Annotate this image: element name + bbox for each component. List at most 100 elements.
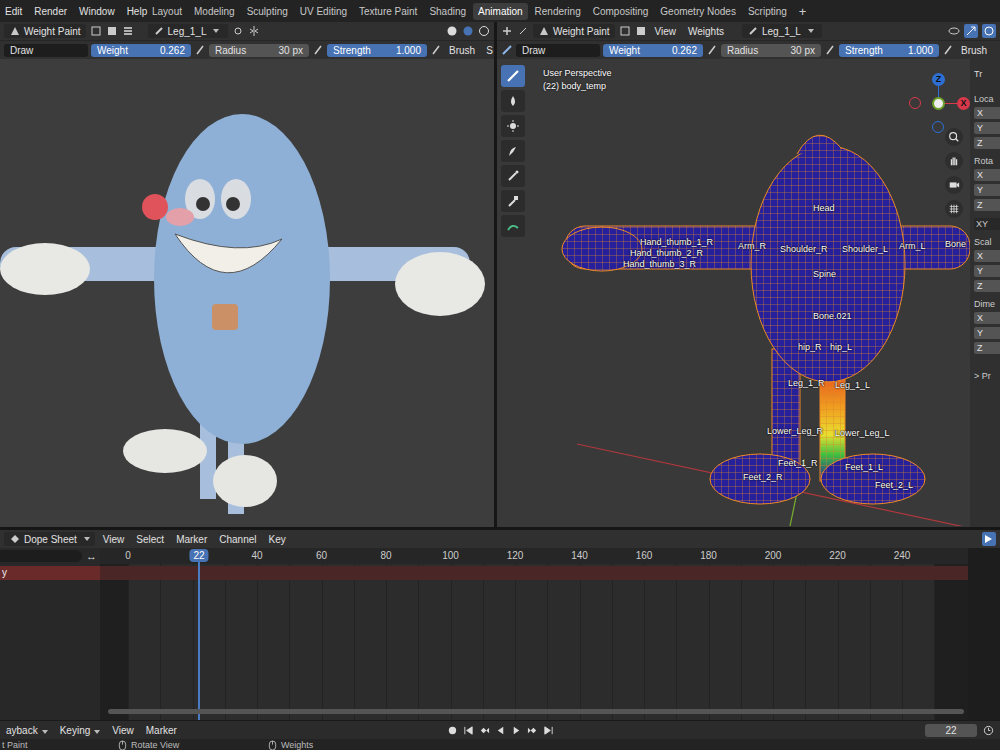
brush-setting-slider[interactable]: Strength1.000 (839, 44, 939, 57)
sidebar-field[interactable]: Z (974, 199, 1000, 211)
playhead[interactable] (198, 556, 200, 720)
camera-button[interactable] (945, 176, 963, 194)
toggle-icon[interactable] (635, 25, 647, 37)
pressure-icon[interactable] (194, 44, 206, 56)
sidebar-collapsed-section[interactable]: > Pr (974, 371, 1000, 381)
toggle-icon[interactable] (90, 25, 102, 37)
next-keyframe-icon[interactable] (527, 725, 538, 736)
sidebar-field[interactable]: Y (974, 184, 1000, 196)
tool-field[interactable]: Draw (516, 44, 600, 57)
sidebar-field[interactable]: Y (974, 122, 1000, 134)
workspace-tab[interactable]: Animation (473, 3, 527, 20)
settings-menu[interactable]: S (482, 45, 494, 56)
tool-button[interactable] (501, 165, 525, 187)
workspace-tab[interactable]: Shading (424, 3, 471, 20)
pressure-icon[interactable] (312, 44, 324, 56)
shading-solid-icon[interactable] (446, 25, 458, 37)
horizontal-scrollbar[interactable] (108, 709, 964, 714)
editor-mode-dropdown[interactable]: Dope Sheet (4, 532, 95, 546)
filter-icon[interactable] (982, 532, 996, 546)
play-icon[interactable] (511, 725, 522, 736)
summary-channel[interactable]: y (0, 566, 100, 580)
viewport-canvas[interactable] (0, 59, 494, 527)
channel-search-field[interactable] (0, 550, 82, 562)
pressure-icon[interactable] (942, 44, 954, 56)
mode-dropdown[interactable]: Weight Paint (533, 24, 615, 38)
viewport-menu[interactable]: View (651, 26, 681, 37)
workspace-tab[interactable]: Rendering (530, 3, 586, 20)
sidebar-field[interactable]: Z (974, 280, 1000, 292)
sidebar-field[interactable]: Y (974, 327, 1000, 339)
dope-sheet-menu[interactable]: Marker (172, 534, 211, 545)
sidebar-field[interactable]: X (974, 169, 1000, 181)
jump-end-icon[interactable] (543, 725, 554, 736)
frame-ruler[interactable]: 0406080100120140160180200220240 (100, 548, 968, 564)
sidebar-section-title[interactable]: Tr (974, 69, 1000, 79)
sidebar-field[interactable]: X (974, 312, 1000, 324)
drag-icon[interactable] (517, 25, 529, 37)
gizmo-y-handle[interactable] (932, 97, 945, 110)
sidebar-field[interactable]: X (974, 107, 1000, 119)
toggle-icon[interactable] (619, 25, 631, 37)
gizmo-axis-handle[interactable]: X (957, 97, 970, 110)
dope-sheet-menu[interactable]: View (99, 534, 129, 545)
add-workspace-button[interactable]: + (794, 4, 812, 19)
tool-button[interactable] (501, 90, 525, 112)
tool-button[interactable] (501, 65, 525, 87)
menu-item[interactable]: Window (79, 6, 115, 17)
brush-setting-slider[interactable]: Weight0.262 (603, 44, 703, 57)
pivot-icon[interactable] (232, 25, 244, 37)
swap-button[interactable]: ↔ (86, 550, 97, 562)
current-frame-field[interactable]: 22 (925, 724, 977, 737)
pressure-icon[interactable] (824, 44, 836, 56)
current-frame-badge[interactable]: 22 (189, 549, 208, 562)
gizmo-axis-handle[interactable]: Z (932, 73, 945, 86)
pressure-icon[interactable] (430, 44, 442, 56)
toggle-icon[interactable] (106, 25, 118, 37)
workspace-tab[interactable]: Texture Paint (354, 3, 422, 20)
workspace-tab[interactable]: Sculpting (242, 3, 293, 20)
dope-sheet-menu[interactable]: Select (132, 534, 168, 545)
brush-menu[interactable]: Brush (957, 45, 991, 56)
play-reverse-icon[interactable] (495, 725, 506, 736)
gizmo-neg-x-handle[interactable] (909, 97, 921, 109)
workspace-tab[interactable]: Layout (147, 3, 187, 20)
menu-item[interactable]: Help (127, 6, 148, 17)
pan-button[interactable] (945, 152, 963, 170)
sidebar-field[interactable]: Z (974, 137, 1000, 149)
playback-menu[interactable]: Keying (56, 725, 105, 736)
viewport-menu[interactable]: Weights (684, 26, 728, 37)
dope-sheet-menu[interactable]: Channel (215, 534, 260, 545)
brush-setting-slider[interactable]: Weight0.262 (91, 44, 191, 57)
workspace-tab[interactable]: Geometry Nodes (655, 3, 741, 20)
shading-render-icon[interactable] (478, 25, 490, 37)
sidebar-field[interactable]: Y (974, 265, 1000, 277)
gizmo-neg-z-handle[interactable] (932, 121, 944, 133)
workspace-tab[interactable]: Modeling (189, 3, 240, 20)
brush-setting-slider[interactable]: Radius30 px (721, 44, 821, 57)
jump-start-icon[interactable] (463, 725, 474, 736)
workspace-tab[interactable]: Scripting (743, 3, 792, 20)
brush-menu[interactable]: Brush (445, 45, 479, 56)
shading-material-icon[interactable] (462, 25, 474, 37)
brush-icon[interactable] (501, 44, 513, 56)
sidebar-field[interactable]: Z (974, 342, 1000, 354)
menu-icon[interactable] (122, 25, 134, 37)
dope-sheet-menu[interactable]: Key (265, 534, 290, 545)
pressure-icon[interactable] (706, 44, 718, 56)
playback-menu[interactable]: ayback (2, 725, 52, 736)
projection-button[interactable] (945, 200, 963, 218)
menu-item[interactable]: Edit (5, 6, 22, 17)
active-bone-dropdown[interactable]: Leg_1_L (742, 24, 822, 38)
tool-button[interactable] (501, 215, 525, 237)
timeline[interactable]: 0406080100120140160180200220240 22 (100, 548, 968, 720)
editor-type-icon[interactable] (501, 25, 513, 37)
tool-button[interactable] (501, 140, 525, 162)
symmetry-icon[interactable] (248, 25, 260, 37)
playback-menu[interactable]: View (108, 725, 138, 736)
workspace-tab[interactable]: Compositing (588, 3, 654, 20)
menu-item[interactable]: Render (34, 6, 67, 17)
viewport-canvas[interactable]: User Perspective (22) body_temp ZX HeadS… (497, 59, 970, 527)
clock-icon[interactable] (983, 725, 994, 736)
workspace-tab[interactable]: UV Editing (295, 3, 352, 20)
